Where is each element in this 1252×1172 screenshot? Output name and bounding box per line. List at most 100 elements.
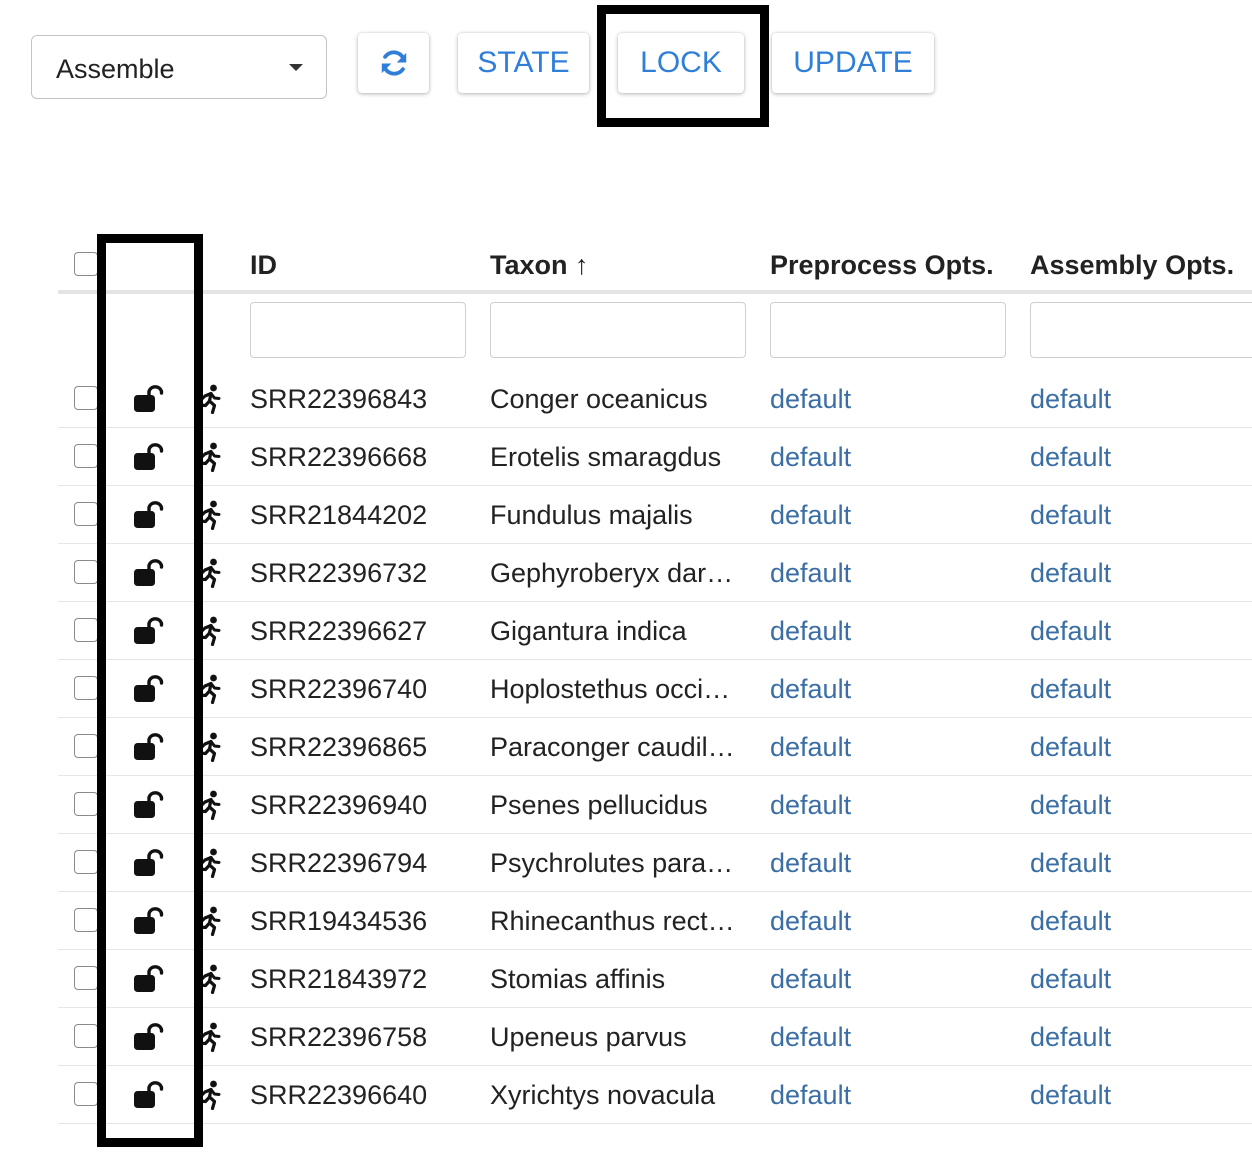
cell-taxon: Upeneus parvus bbox=[490, 1022, 687, 1052]
table-row: SRR21843972 Stomias affinis default default bbox=[58, 950, 1252, 1008]
assembly-opts-link[interactable]: default bbox=[1030, 848, 1230, 879]
running-icon bbox=[196, 1080, 222, 1111]
state-button[interactable]: STATE bbox=[458, 33, 589, 93]
cell-taxon: Fundulus majalis bbox=[490, 500, 693, 530]
row-checkbox[interactable] bbox=[74, 676, 98, 700]
unlock-icon[interactable] bbox=[132, 731, 166, 761]
assembly-opts-link[interactable]: default bbox=[1030, 906, 1230, 937]
column-header-id[interactable]: ID bbox=[250, 250, 277, 281]
column-header-taxon[interactable]: Taxon ↑ bbox=[490, 250, 589, 281]
cell-id: SRR22396740 bbox=[250, 674, 428, 704]
table-row: SRR22396732 Gephyroberyx dar… default defau… bbox=[58, 544, 1252, 602]
row-checkbox[interactable] bbox=[74, 560, 98, 584]
unlock-icon[interactable] bbox=[132, 615, 166, 645]
running-icon bbox=[196, 442, 222, 473]
preprocess-opts-link[interactable]: default bbox=[770, 500, 970, 531]
row-checkbox[interactable] bbox=[74, 386, 98, 410]
unlock-icon[interactable] bbox=[132, 557, 166, 587]
unlock-icon[interactable] bbox=[132, 1079, 166, 1109]
row-checkbox[interactable] bbox=[74, 734, 98, 758]
cell-taxon: Psychrolutes para… bbox=[490, 848, 734, 878]
assembly-opts-link[interactable]: default bbox=[1030, 442, 1230, 473]
running-icon bbox=[196, 732, 222, 763]
preprocess-opts-link[interactable]: default bbox=[770, 558, 970, 589]
assembly-opts-link[interactable]: default bbox=[1030, 964, 1230, 995]
cell-taxon: Hoplostethus occi… bbox=[490, 674, 731, 704]
assembly-opts-link[interactable]: default bbox=[1030, 616, 1230, 647]
assembly-opts-link[interactable]: default bbox=[1030, 1022, 1230, 1053]
row-checkbox[interactable] bbox=[74, 966, 98, 990]
mode-select[interactable]: Assemble bbox=[31, 35, 327, 99]
preprocess-opts-link[interactable]: default bbox=[770, 790, 970, 821]
unlock-icon[interactable] bbox=[132, 905, 166, 935]
table-row: SRR21844202 Fundulus majalis default defaul… bbox=[58, 486, 1252, 544]
running-icon bbox=[196, 500, 222, 531]
preprocess-opts-link[interactable]: default bbox=[770, 1080, 970, 1111]
preprocess-opts-link[interactable]: default bbox=[770, 616, 970, 647]
unlock-icon[interactable] bbox=[132, 499, 166, 529]
preprocess-opts-link[interactable]: default bbox=[770, 964, 970, 995]
id-filter-input[interactable] bbox=[250, 302, 466, 358]
unlock-icon[interactable] bbox=[132, 441, 166, 471]
table-row: SRR22396758 Upeneus parvus default default bbox=[58, 1008, 1252, 1066]
cell-id: SRR22396668 bbox=[250, 442, 428, 472]
unlock-icon[interactable] bbox=[132, 383, 166, 413]
preprocess-filter-input[interactable] bbox=[770, 302, 1006, 358]
preprocess-opts-link[interactable]: default bbox=[770, 442, 970, 473]
assembly-opts-link[interactable]: default bbox=[1030, 732, 1230, 763]
unlock-icon[interactable] bbox=[132, 673, 166, 703]
row-checkbox[interactable] bbox=[74, 908, 98, 932]
assembly-filter-input[interactable] bbox=[1030, 302, 1252, 358]
unlock-icon[interactable] bbox=[132, 1021, 166, 1051]
row-checkbox[interactable] bbox=[74, 792, 98, 816]
running-icon bbox=[196, 384, 222, 415]
cell-taxon: Rhinecanthus rect… bbox=[490, 906, 735, 936]
row-checkbox[interactable] bbox=[74, 618, 98, 642]
update-button[interactable]: UPDATE bbox=[772, 33, 934, 93]
running-icon bbox=[196, 906, 222, 937]
preprocess-opts-link[interactable]: default bbox=[770, 1022, 970, 1053]
cell-id: SRR21844202 bbox=[250, 500, 428, 530]
lock-button[interactable]: LOCK bbox=[618, 33, 744, 93]
assembly-opts-link[interactable]: default bbox=[1030, 558, 1230, 589]
assembly-opts-link[interactable]: default bbox=[1030, 1080, 1230, 1111]
cell-taxon: Conger oceanicus bbox=[490, 384, 708, 414]
toolbar: Assemble STATE LOCK UPDATE bbox=[0, 0, 1252, 140]
assembly-opts-link[interactable]: default bbox=[1030, 384, 1230, 415]
refresh-icon bbox=[381, 50, 406, 76]
column-header-preprocess[interactable]: Preprocess Opts. bbox=[770, 250, 994, 281]
preprocess-opts-link[interactable]: default bbox=[770, 384, 970, 415]
preprocess-opts-link[interactable]: default bbox=[770, 674, 970, 705]
row-checkbox[interactable] bbox=[74, 1024, 98, 1048]
cell-id: SRR21843972 bbox=[250, 964, 428, 994]
assembly-opts-link[interactable]: default bbox=[1030, 500, 1230, 531]
cell-id: SRR22396627 bbox=[250, 616, 428, 646]
mode-select-value: Assemble bbox=[56, 54, 175, 84]
unlock-icon[interactable] bbox=[132, 963, 166, 993]
table-row: SRR22396668 Erotelis smaragdus default defa… bbox=[58, 428, 1252, 486]
cell-id: SRR22396640 bbox=[250, 1080, 428, 1110]
row-checkbox[interactable] bbox=[74, 444, 98, 468]
assembly-opts-link[interactable]: default bbox=[1030, 674, 1230, 705]
running-icon bbox=[196, 848, 222, 879]
taxon-filter-input[interactable] bbox=[490, 302, 746, 358]
preprocess-opts-link[interactable]: default bbox=[770, 732, 970, 763]
select-all-checkbox[interactable] bbox=[74, 252, 98, 276]
cell-taxon: Xyrichtys novacula bbox=[490, 1080, 716, 1110]
row-checkbox[interactable] bbox=[74, 502, 98, 526]
cell-taxon: Stomias affinis bbox=[490, 964, 666, 994]
row-checkbox[interactable] bbox=[74, 850, 98, 874]
table-body: SRR22396843 Conger oceanicus default defaul… bbox=[58, 370, 1252, 1124]
refresh-button[interactable] bbox=[358, 33, 429, 93]
unlock-icon[interactable] bbox=[132, 789, 166, 819]
running-icon bbox=[196, 790, 222, 821]
preprocess-opts-link[interactable]: default bbox=[770, 906, 970, 937]
cell-taxon: Psenes pellucidus bbox=[490, 790, 708, 820]
row-checkbox[interactable] bbox=[74, 1082, 98, 1106]
column-header-assembly[interactable]: Assembly Opts. bbox=[1030, 250, 1234, 281]
assembly-opts-link[interactable]: default bbox=[1030, 790, 1230, 821]
unlock-icon[interactable] bbox=[132, 847, 166, 877]
running-icon bbox=[196, 964, 222, 995]
preprocess-opts-link[interactable]: default bbox=[770, 848, 970, 879]
table-row: SRR22396865 Paraconger caudil… default defa… bbox=[58, 718, 1252, 776]
